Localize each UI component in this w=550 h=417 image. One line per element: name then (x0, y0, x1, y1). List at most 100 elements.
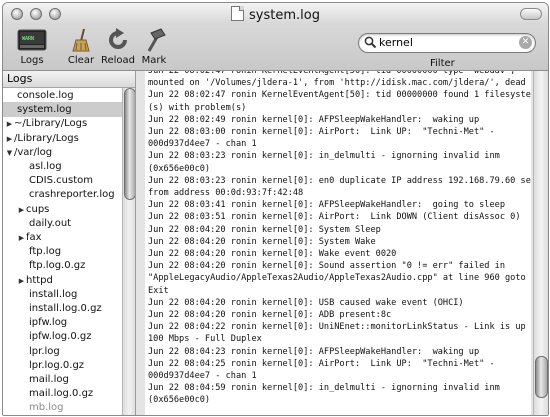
log-line: 000d937d4ee7 - chan 1 (148, 139, 257, 150)
sidebar-item[interactable]: ▶ httpd (3, 273, 135, 288)
log-line: mounted on '/Volumes/jldera-1', from 'ht… (148, 78, 526, 89)
sidebar-item[interactable]: lpr.log (3, 344, 135, 359)
log-line: 100 Mbps - Full Duplex (148, 334, 262, 345)
toolbar: WARN Logs Clear Reload Mark kernel ✕ Fil… (3, 25, 548, 71)
sidebar-item-label: mail.log.0.gz (29, 388, 94, 400)
log-line: Jun 22 08:04:25 ronin kernel[0]: AirPort… (148, 358, 495, 369)
log-line: Jun 22 08:04:23 ronin kernel[0]: AFPSlee… (148, 346, 480, 357)
sidebar-item[interactable]: install.log.0.gz (3, 301, 135, 316)
sidebar-item[interactable]: ▼/var/log (3, 145, 124, 160)
log-line: (0x656e00c0) (148, 163, 211, 174)
sidebar-item-label: httpd (26, 274, 53, 286)
log-line: Jun 22 08:03:41 ronin kernel[0]: AFPSlee… (148, 200, 505, 211)
sidebar-item-label: cups (26, 203, 50, 215)
sidebar-item-label: /var/log (14, 146, 53, 158)
document-icon (231, 6, 245, 21)
log-line: Jun 22 08:04:22 ronin kernel[0]: UniNEne… (148, 322, 531, 333)
log-line: (0x656e00c0) (148, 395, 211, 406)
sidebar-item-label: ftp.log (29, 246, 62, 258)
log-line: Exit (148, 285, 169, 296)
sidebar-item[interactable]: ipfw.log (3, 315, 135, 330)
sidebar-item-label: mb.log (29, 402, 64, 414)
logs-icon: WARN (17, 29, 47, 51)
sidebar-item[interactable]: mail.log.0.gz (3, 386, 135, 401)
title-bar[interactable]: system.log (3, 3, 548, 25)
reload-icon (109, 28, 127, 49)
search-input-value[interactable]: kernel (379, 36, 413, 49)
sidebar-item[interactable]: ▶ ~/Library/Logs (3, 116, 124, 131)
log-line: Jun 22 08:04:20 ronin kernel[0]: ADB pre… (148, 310, 392, 320)
window-title-area: system.log (3, 6, 548, 23)
sidebar-item-label: system.log (17, 104, 72, 116)
logs-label: Logs (20, 55, 44, 66)
log-line: "AppleLegacyAudio/AppleTexas2Audio/Apple… (148, 273, 526, 284)
log-line: Jun 22 08:04:20 ronin kernel[0]: System … (148, 236, 376, 247)
window-title: system.log (249, 8, 320, 23)
broom-icon (72, 28, 90, 52)
log-line: from address 00:0d:93:7f:42:48 (148, 188, 304, 198)
filter-label: Filter (430, 58, 455, 69)
sidebar-item-label: ~/Library/Logs (14, 118, 88, 130)
clear-search-icon[interactable]: ✕ (519, 36, 532, 49)
sidebar-item[interactable]: lpr.log.0.gz (3, 358, 135, 373)
logs-button[interactable]: WARN Logs (15, 27, 49, 66)
sidebar-scroll-thumb[interactable] (124, 88, 135, 200)
sidebar-item[interactable]: console.log (3, 88, 135, 103)
sidebar-item-label: mail.log (29, 374, 69, 385)
toolbar-toggle-button[interactable] (520, 8, 542, 20)
log-line: (s) with problem(s) (148, 102, 247, 113)
sidebar-item-label: console.log (17, 90, 74, 101)
log-line: Jun 22 08:02:47 ronin KernelEventAgent[5… (148, 90, 531, 101)
sidebar-item[interactable]: ▶ cups (3, 202, 135, 217)
log-line: Jun 22 08:04:20 ronin kernel[0]: Wake ev… (148, 249, 397, 259)
sidebar-item[interactable]: install.log (3, 287, 135, 302)
search-icon (364, 36, 377, 49)
clear-label: Clear (67, 55, 95, 66)
log-line: Jun 22 08:04:20 ronin kernel[0]: USB cau… (148, 297, 464, 308)
log-line: 000d937d4ee7 - chan 1 (148, 371, 257, 381)
sidebar-item-label: asl.log (29, 161, 62, 172)
sidebar-item-label: ipfw.log (29, 317, 68, 329)
sidebar-item[interactable]: system.log (3, 102, 135, 118)
sidebar-item[interactable]: mail.log (3, 372, 135, 387)
log-line: Jun 22 08:04:59 ronin kernel[0]: in_delm… (148, 383, 500, 394)
sidebar-item-label: CDIS.custom (29, 175, 93, 187)
sidebar-header[interactable]: Logs (3, 71, 135, 88)
sidebar-item[interactable]: ftp.log (3, 244, 135, 259)
log-line: Jun 22 08:02:47 ronin KernelEventAgent[5… (148, 71, 516, 76)
mark-button[interactable]: Mark (139, 27, 169, 66)
sidebar-item-label: crashreporter.log (29, 189, 115, 201)
sidebar-item[interactable]: ipfw.log.0.gz (3, 329, 135, 344)
log-scroll-thumb[interactable] (535, 356, 548, 398)
sidebar-scrollbar[interactable] (122, 88, 135, 415)
sidebar-item[interactable]: daily.out (3, 216, 135, 231)
sidebar-item[interactable]: ▶/Library/Logs (3, 131, 124, 146)
sidebar-item-label: lpr.log (29, 345, 60, 357)
clear-button[interactable]: Clear (65, 27, 97, 66)
sidebar-item[interactable]: ▶ fax (3, 230, 135, 245)
log-list-sidebar: Logs console.log system.log ▶ ~/Library/Log… (3, 71, 136, 415)
sidebar-item-label: install.log (29, 288, 78, 300)
log-text-view[interactable]: Jun 22 08:02:47 ronin KernelEventAgent[5… (145, 71, 531, 415)
log-scrollbar[interactable] (533, 71, 548, 415)
sidebar-item[interactable]: ftp.log.0.gz (3, 258, 135, 273)
sidebar-item[interactable]: mb.log (3, 400, 135, 415)
sidebar-item-label: fax (26, 232, 42, 243)
sidebar-item[interactable]: crashreporter.log (3, 187, 135, 202)
log-line: Jun 22 08:04:20 ronin kernel[0]: System … (148, 224, 381, 235)
console-window: system.log WARN Logs Clear Reload Mark k… (2, 2, 549, 416)
sidebar-item-label: ipfw.log.0.gz (29, 331, 92, 343)
hammer-icon (147, 28, 166, 52)
log-line: Jun 22 08:03:23 ronin kernel[0]: en0 dup… (148, 175, 531, 186)
sidebar-item[interactable]: CDIS.custom (3, 173, 135, 188)
log-line: Jun 22 08:02:49 ronin kernel[0]: AFPSlee… (148, 114, 480, 125)
sidebar-item-label: ftp.log.0.gz (29, 260, 86, 272)
log-line: Jun 22 08:03:00 ronin kernel[0]: AirPort… (148, 127, 495, 137)
reload-button[interactable]: Reload (100, 27, 136, 66)
sidebar-item-label: lpr.log.0.gz (29, 359, 85, 371)
reload-label: Reload (100, 55, 136, 66)
filter-search-field[interactable]: kernel ✕ (358, 33, 536, 53)
log-line: Jun 22 08:03:23 ronin kernel[0]: in_delm… (148, 151, 500, 162)
sidebar-item[interactable]: asl.log (3, 159, 135, 174)
sidebar-item-label: install.log.0.gz (29, 303, 102, 314)
